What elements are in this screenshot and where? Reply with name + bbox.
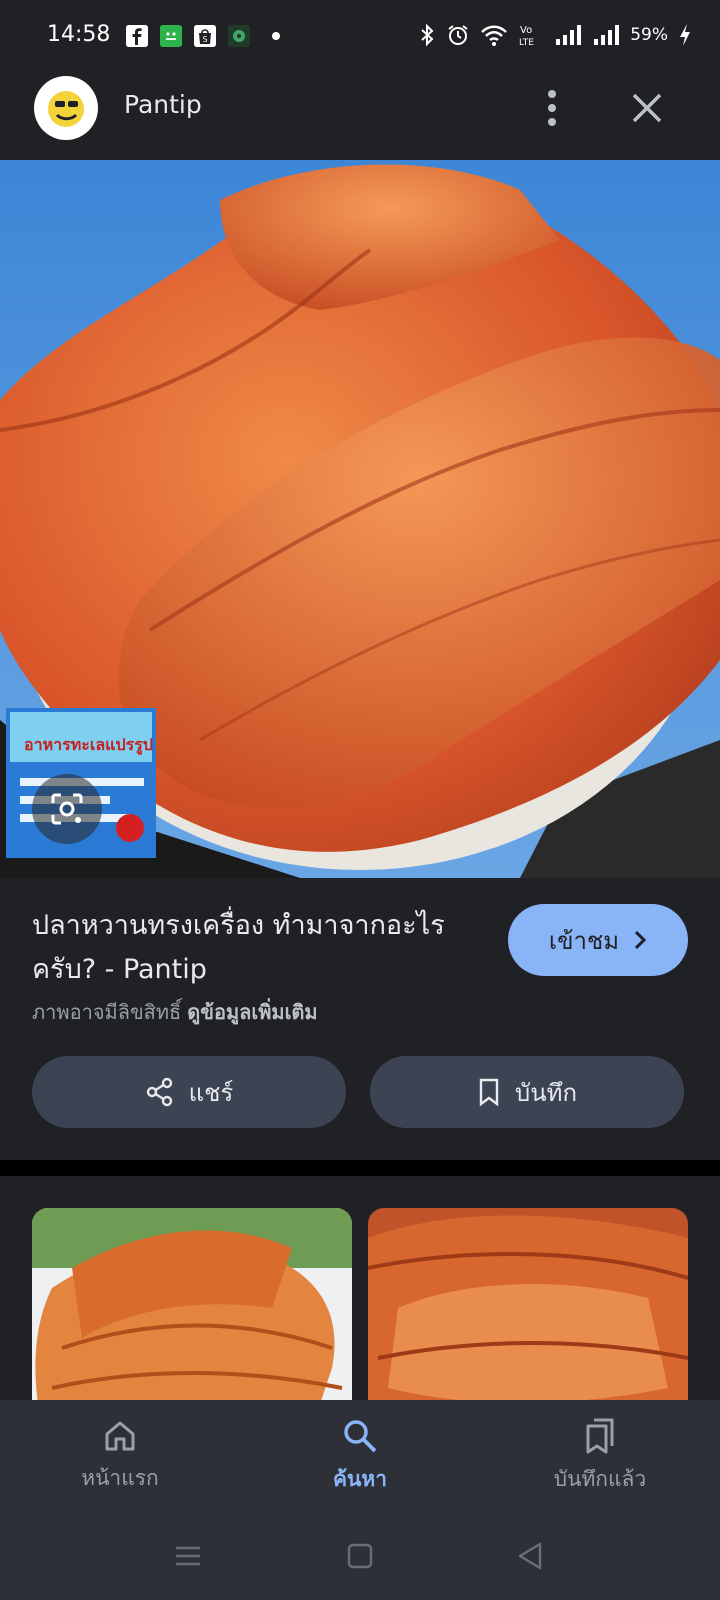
battery-percent: 59% [630, 25, 668, 45]
fish-snack-photo: อาหารทะเลแปรรูป [0, 160, 720, 878]
signal-icon [594, 25, 620, 45]
more-info-link[interactable]: ดูข้อมูลเพิ่มเติม [187, 1000, 317, 1024]
svg-text:LTE: LTE [519, 38, 534, 47]
bottom-navigation: หน้าแรก ค้นหา บันทึกแล้ว [0, 1400, 720, 1512]
site-name[interactable]: Pantip [124, 90, 202, 119]
main-image[interactable]: อาหารทะเลแปรรูป [0, 160, 720, 878]
save-button[interactable]: บันทึก [370, 1056, 684, 1128]
status-time: 14:58 [47, 22, 111, 47]
bluetooth-icon [421, 23, 434, 47]
back-button[interactable] [514, 1540, 546, 1572]
close-button[interactable] [625, 86, 669, 130]
alarm-icon [448, 25, 468, 45]
svg-text:S: S [202, 35, 207, 44]
line-icon [228, 25, 250, 47]
system-navigation-bar [0, 1512, 720, 1600]
nav-saved[interactable]: บันทึกแล้ว [480, 1400, 720, 1512]
recents-icon [176, 1546, 200, 1566]
share-label: แชร์ [188, 1078, 234, 1107]
signal-icon [556, 25, 582, 45]
share-icon [146, 1077, 172, 1107]
pantip-logo[interactable] [34, 76, 98, 140]
wifi-icon [481, 25, 508, 46]
close-icon [632, 93, 662, 123]
nav-search-label: ค้นหา [332, 1466, 388, 1491]
status-bar: 14:58 S Vo LTE 59% [0, 0, 720, 72]
nav-home-label: หน้าแรก [81, 1465, 159, 1490]
home-icon [105, 1421, 135, 1450]
related-image-thumb[interactable] [368, 1208, 688, 1400]
shopee-icon: S [194, 25, 216, 47]
result-title[interactable]: ปลาหวานทรงเครื่อง ทำมาจากอะไรครับ? - Pan… [32, 904, 472, 992]
related-image-thumb[interactable] [32, 1208, 352, 1400]
google-lens-button[interactable] [32, 774, 102, 844]
copyright-notice: ภาพอาจมีลิขสิทธิ์ ดูข้อมูลเพิ่มเติม [32, 996, 318, 1028]
copyright-text: ภาพอาจมีลิขสิทธิ์ [32, 1000, 182, 1024]
chevron-right-icon [635, 930, 647, 950]
result-info-panel: ปลาหวานทรงเครื่อง ทำมาจากอะไรครับ? - Pan… [0, 878, 720, 1160]
nav-home[interactable]: หน้าแรก [0, 1400, 240, 1512]
recents-button[interactable] [172, 1540, 204, 1572]
lens-icon [51, 793, 83, 825]
facebook-icon [126, 25, 148, 47]
home-button[interactable] [344, 1540, 376, 1572]
saved-collections-icon [586, 1418, 614, 1453]
viewer-header: Pantip [0, 72, 720, 160]
nav-search[interactable]: ค้นหา [240, 1400, 480, 1512]
related-images [0, 1176, 720, 1400]
more-options-button[interactable] [534, 86, 570, 130]
charging-icon [680, 24, 690, 46]
svg-text:อาหารทะเลแปรรูป: อาหารทะเลแปรรูป [24, 735, 153, 756]
back-icon [518, 1542, 542, 1570]
visit-label: เข้าชม [548, 926, 620, 955]
more-vert-icon [548, 90, 556, 126]
home-square-icon [347, 1543, 373, 1569]
bookmark-icon [479, 1078, 499, 1107]
nav-saved-label: บันทึกแล้ว [553, 1466, 647, 1491]
visit-button[interactable]: เข้าชม [508, 904, 688, 976]
svg-text:Vo: Vo [520, 25, 532, 36]
notification-dot [272, 32, 280, 40]
search-icon [344, 1419, 377, 1452]
share-button[interactable]: แชร์ [32, 1056, 346, 1128]
wechat-icon [160, 25, 182, 47]
volte-icon: Vo LTE [519, 25, 534, 47]
section-divider [0, 1160, 720, 1176]
save-label: บันทึก [515, 1078, 577, 1107]
